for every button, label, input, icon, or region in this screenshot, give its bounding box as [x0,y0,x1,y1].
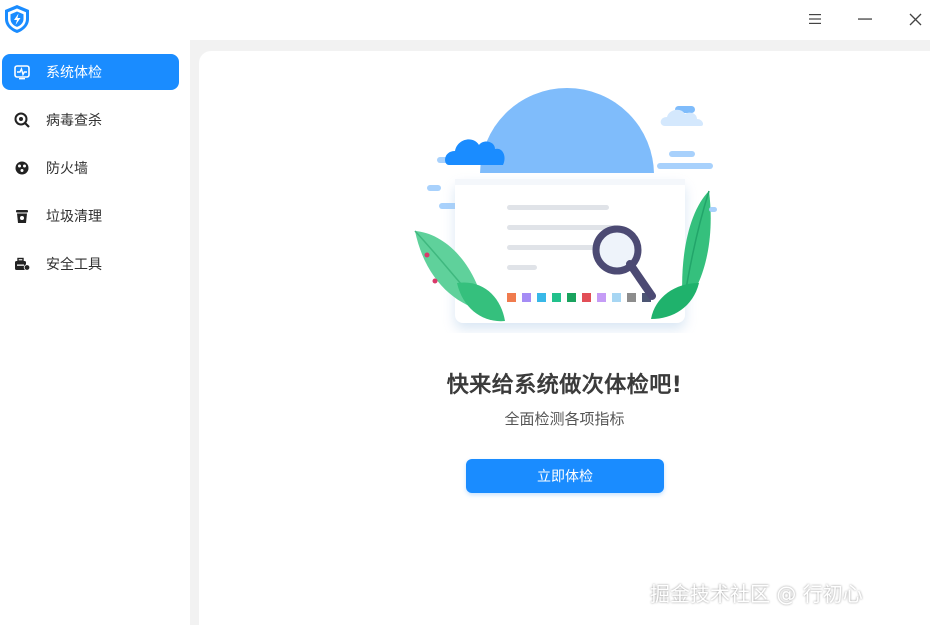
title-bar [0,0,930,40]
sidebar-item-system-checkup[interactable]: 系统体检 [2,54,179,90]
page-subtitle: 全面检测各项指标 [504,410,625,428]
sidebar-item-label: 安全工具 [46,257,102,273]
minimize-icon [858,18,872,20]
sidebar-item-label: 垃圾清理 [46,209,102,225]
sidebar: 系统体检 病毒查杀 防火墙 垃圾清理 安全工具 [0,40,190,625]
close-icon [909,13,921,25]
sidebar-item-virus-scan[interactable]: 病毒查杀 [2,102,179,138]
shield-logo-icon [5,5,29,33]
sidebar-item-label: 防火墙 [46,161,88,177]
sidebar-item-junk-clean[interactable]: 垃圾清理 [2,198,179,234]
firewall-icon [14,160,30,176]
sidebar-item-label: 系统体检 [46,65,102,81]
sidebar-item-security-tools[interactable]: 安全工具 [2,246,179,282]
page-headline: 快来给系统做次体检吧! [446,373,683,398]
sidebar-item-firewall[interactable]: 防火墙 [2,150,179,186]
trash-clean-icon [14,208,30,224]
watermark: 掘金技术社区 @ 行初心 [650,582,863,606]
close-button[interactable] [902,8,928,30]
main-panel: 快来给系统做次体检吧! 全面检测各项指标 立即体检 [199,51,930,625]
system-checkup-illustration [414,88,717,323]
minimize-button[interactable] [852,8,878,30]
menu-button[interactable] [802,8,828,30]
toolbox-icon [14,256,30,272]
virus-scan-icon [14,112,30,128]
sidebar-item-label: 病毒查杀 [46,113,102,129]
menu-icon [809,14,821,24]
start-checkup-button[interactable]: 立即体检 [466,459,664,493]
heartbeat-monitor-icon [14,64,30,80]
